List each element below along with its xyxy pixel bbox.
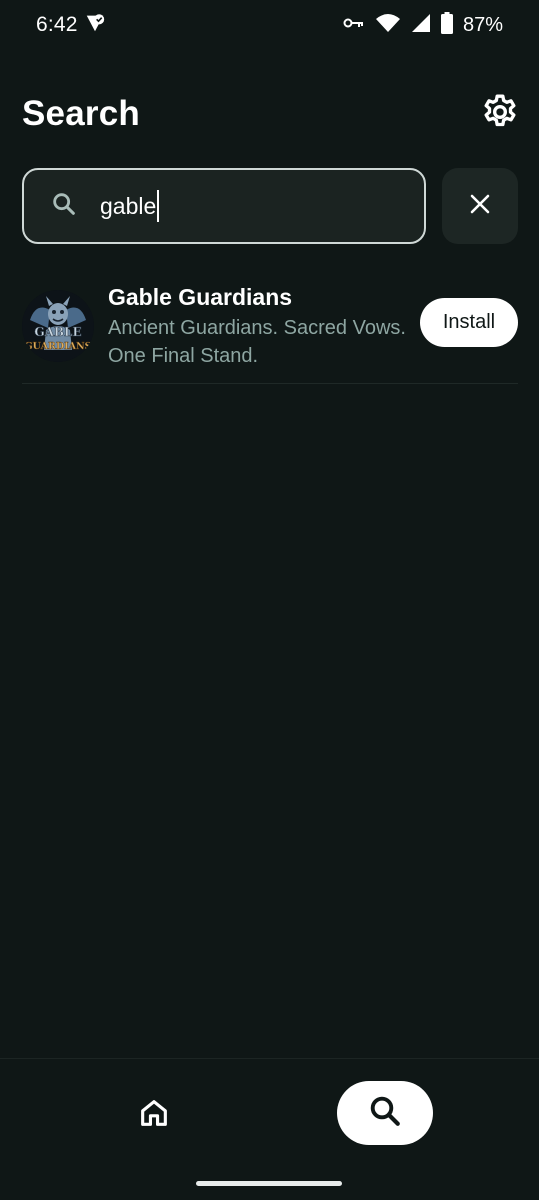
search-value-wrap: gable — [100, 190, 160, 222]
app-icon-text-1: GABLE — [34, 325, 81, 339]
app-icon-text-2: GUARDIANS — [25, 341, 92, 352]
cell-signal-icon — [411, 13, 431, 38]
status-left: 6:42 — [36, 12, 106, 39]
search-row: gable — [22, 168, 518, 244]
install-button[interactable]: Install — [420, 298, 518, 347]
bottom-nav — [0, 1058, 539, 1200]
search-input[interactable]: gable — [22, 168, 426, 244]
app-name: Gable Guardians — [108, 284, 293, 310]
vpn-key-icon — [343, 16, 365, 35]
nav-home[interactable] — [106, 1083, 202, 1147]
search-icon — [50, 190, 78, 223]
settings-button[interactable] — [476, 90, 524, 138]
nav-search[interactable] — [337, 1081, 433, 1145]
app-icon: GABLE GUARDIANS — [22, 290, 94, 362]
status-right: 87% — [343, 11, 503, 39]
screen: 6:42 87% Search gable GABLE GUARDIANS Ga… — [0, 0, 539, 1200]
status-time: 6:42 — [36, 13, 78, 36]
home-icon — [137, 1096, 171, 1135]
close-icon — [469, 193, 491, 220]
text-caret — [157, 190, 160, 222]
battery-percent: 87% — [462, 13, 503, 36]
wifi-icon — [375, 13, 401, 38]
search-icon — [367, 1093, 403, 1134]
list-item[interactable]: GABLE GUARDIANS Gable Guardians Ancient … — [22, 284, 518, 384]
search-value: gable — [100, 192, 157, 219]
verified-shield-icon — [84, 12, 106, 39]
battery-icon — [440, 11, 453, 39]
gear-icon — [480, 92, 520, 137]
header: Search — [22, 88, 520, 140]
gesture-bar — [196, 1181, 342, 1186]
clear-search-button[interactable] — [442, 168, 518, 244]
status-bar: 6:42 87% — [0, 0, 539, 50]
page-title: Search — [22, 94, 140, 133]
search-icon-wrap — [28, 170, 100, 242]
app-description: Ancient Guardians. Sacred Vows. One Fina… — [108, 317, 406, 367]
